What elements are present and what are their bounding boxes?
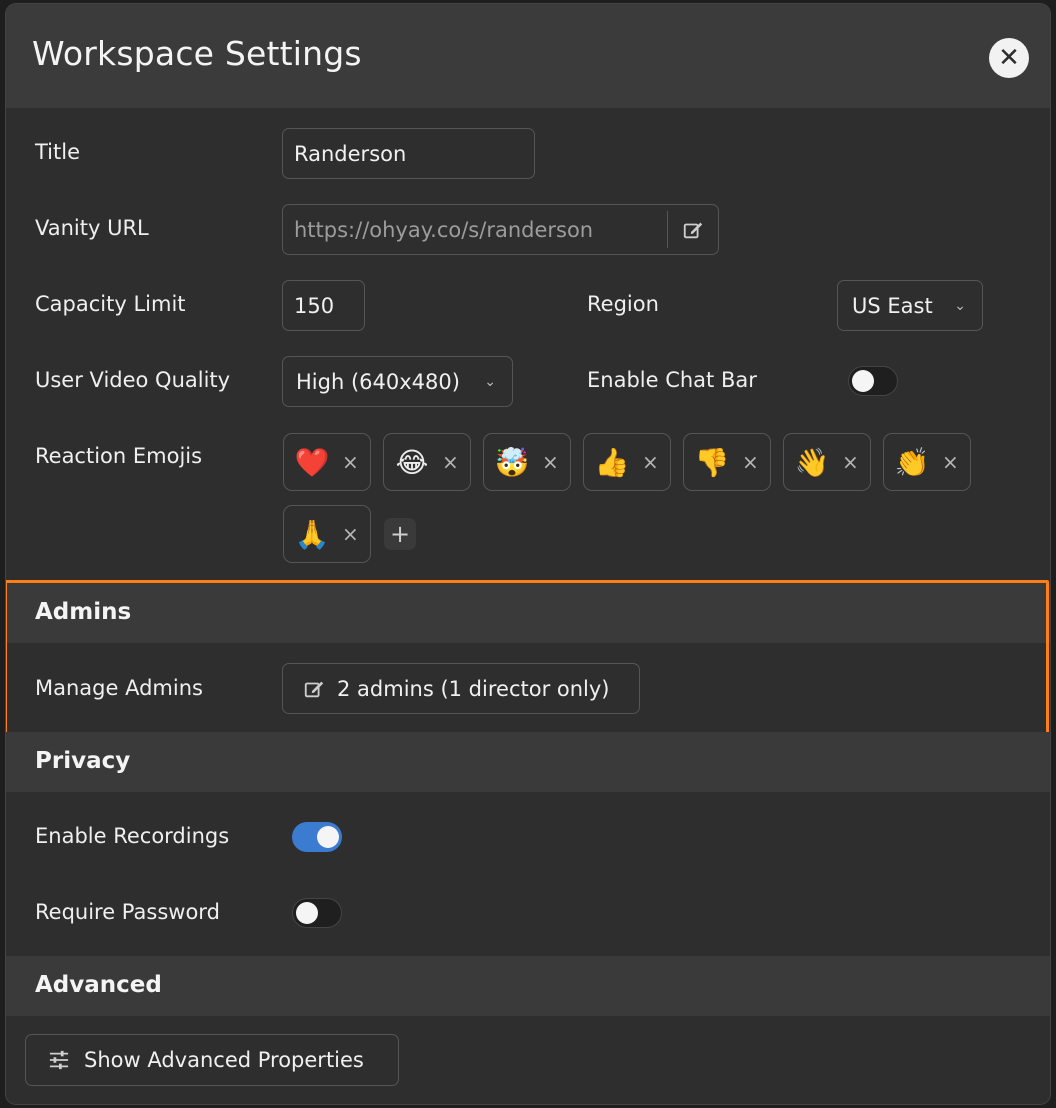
sliders-icon: [49, 1050, 69, 1070]
manage-admins-button[interactable]: 2 admins (1 director only): [282, 663, 640, 714]
workspace-settings-dialog: Workspace Settings ✕ Title Randerson Van…: [6, 4, 1050, 1104]
emoji-chip: 🙏 ×: [283, 505, 371, 563]
laughing-emoji: 😂: [395, 445, 429, 479]
toggle-knob: [852, 370, 874, 392]
chat-bar-toggle[interactable]: [848, 366, 898, 396]
add-emoji-button[interactable]: +: [384, 518, 416, 550]
thumbs-up-emoji: 👍: [594, 445, 630, 479]
vanity-url-value: https://ohyay.co/s/randerson: [294, 217, 594, 242]
show-advanced-properties-button[interactable]: Show Advanced Properties: [25, 1034, 399, 1086]
remove-icon[interactable]: ×: [742, 450, 759, 474]
emoji-chip: 👎 ×: [683, 433, 771, 491]
require-password-label: Require Password: [35, 900, 220, 924]
remove-icon[interactable]: ×: [942, 450, 959, 474]
remove-icon[interactable]: ×: [442, 450, 459, 474]
video-quality-label: User Video Quality: [35, 368, 231, 392]
privacy-section-title: Privacy: [35, 748, 131, 774]
remove-icon[interactable]: ×: [842, 450, 859, 474]
capacity-limit-label: Capacity Limit: [35, 292, 186, 316]
dialog-title: Workspace Settings: [32, 34, 362, 73]
enable-recordings-label: Enable Recordings: [35, 824, 230, 848]
manage-admins-button-label: 2 admins (1 director only): [337, 676, 610, 701]
dialog-header: Workspace Settings ✕: [6, 4, 1050, 108]
folded-hands-emoji: 🙏: [294, 517, 330, 551]
emoji-chip: ❤️ ×: [283, 433, 371, 491]
capacity-limit-value: 150: [294, 293, 335, 318]
vanity-url-label: Vanity URL: [35, 216, 149, 240]
manage-admins-label: Manage Admins: [35, 676, 203, 700]
admins-section-header: Admins: [6, 583, 1050, 643]
vanity-url-field: https://ohyay.co/s/randerson: [282, 204, 719, 255]
emoji-chip: 👋 ×: [783, 433, 871, 491]
close-icon[interactable]: ✕: [989, 38, 1029, 78]
enable-recordings-toggle[interactable]: [292, 822, 342, 852]
remove-icon[interactable]: ×: [542, 450, 559, 474]
region-select[interactable]: US East ⌄: [837, 280, 983, 331]
heart-emoji: ❤️: [294, 445, 330, 479]
advanced-section-title: Advanced: [35, 972, 162, 998]
remove-icon[interactable]: ×: [342, 522, 359, 546]
thumbs-down-emoji: 👎: [694, 445, 730, 479]
title-label: Title: [35, 140, 81, 164]
edit-icon: [683, 222, 703, 238]
remove-icon[interactable]: ×: [342, 450, 359, 474]
toggle-knob: [317, 826, 339, 848]
toggle-knob: [296, 902, 318, 924]
video-quality-value: High (640x480): [296, 369, 460, 394]
emoji-chip: 👏 ×: [883, 433, 971, 491]
region-label: Region: [587, 292, 659, 316]
admins-section-title: Admins: [35, 599, 132, 625]
emoji-chip: 👍 ×: [583, 433, 671, 491]
remove-icon[interactable]: ×: [642, 450, 659, 474]
edit-icon: [304, 681, 324, 697]
video-quality-select[interactable]: High (640x480) ⌄: [282, 356, 513, 407]
chat-bar-label: Enable Chat Bar: [587, 368, 757, 392]
region-value: US East: [852, 293, 933, 318]
privacy-section-header: Privacy: [6, 732, 1050, 792]
mind-blown-emoji: 🤯: [494, 445, 530, 479]
emoji-chip: 🤯 ×: [483, 433, 571, 491]
chevron-down-icon: ⌄: [954, 297, 966, 314]
emoji-chip: 😂 ×: [383, 433, 471, 491]
require-password-toggle[interactable]: [292, 898, 342, 928]
waving-hand-emoji: 👋: [794, 445, 830, 479]
chevron-down-icon: ⌄: [484, 373, 496, 390]
clapping-hands-emoji: 👏: [894, 445, 930, 479]
title-input[interactable]: Randerson: [282, 128, 535, 179]
reaction-emojis-label: Reaction Emojis: [35, 444, 203, 468]
title-input-value: Randerson: [294, 141, 407, 166]
vanity-url-edit-button[interactable]: [667, 211, 718, 248]
advanced-section-header: Advanced: [6, 956, 1050, 1016]
show-advanced-properties-label: Show Advanced Properties: [84, 1048, 364, 1072]
capacity-limit-input[interactable]: 150: [282, 280, 365, 331]
